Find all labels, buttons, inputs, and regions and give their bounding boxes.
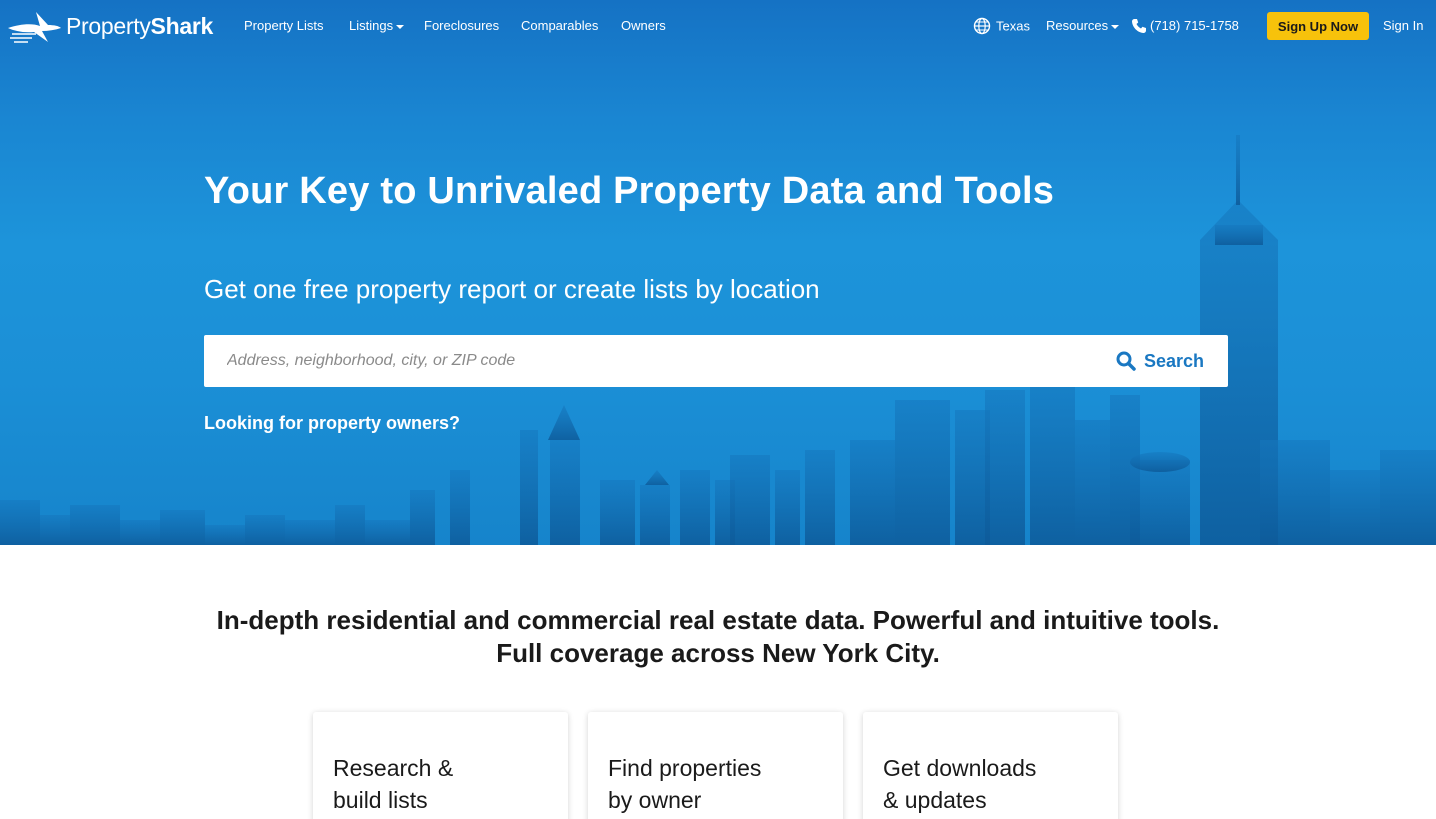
nav-owners[interactable]: Owners xyxy=(621,18,666,33)
hero-title: Your Key to Unrivaled Property Data and … xyxy=(204,170,1055,212)
hero-section: PropertyShark Property Lists Listings Fo… xyxy=(0,0,1436,545)
tagline-line-2: Full coverage across New York City. xyxy=(496,638,940,668)
feature-card-title: Find properties by owner xyxy=(608,755,762,813)
nav-comparables[interactable]: Comparables xyxy=(521,18,598,33)
nav-resources-dropdown[interactable]: Resources xyxy=(1046,18,1120,33)
feature-card-owners[interactable]: Find properties by owner xyxy=(588,712,843,819)
phone-link[interactable]: (718) 715-1758 xyxy=(1131,17,1239,34)
nav-listings-dropdown[interactable]: Listings xyxy=(349,18,405,33)
search-button[interactable]: Search xyxy=(1116,349,1204,373)
feature-card-research[interactable]: Research & build lists xyxy=(313,712,568,819)
propertyshark-logo[interactable]: PropertyShark xyxy=(6,6,213,46)
phone-number: (718) 715-1758 xyxy=(1150,18,1239,34)
feature-card-downloads[interactable]: Get downloads & updates xyxy=(863,712,1118,819)
feature-card-title: Research & build lists xyxy=(333,755,454,813)
search-icon xyxy=(1116,351,1136,371)
property-owners-link[interactable]: Looking for property owners? xyxy=(204,413,460,434)
shark-logo-icon xyxy=(8,12,61,43)
sign-up-button[interactable]: Sign Up Now xyxy=(1267,12,1369,40)
sign-in-link[interactable]: Sign In xyxy=(1383,18,1423,33)
nav-listings-label: Listings xyxy=(349,18,394,33)
nav-foreclosures[interactable]: Foreclosures xyxy=(424,18,499,33)
chevron-down-icon xyxy=(1111,24,1120,29)
nav-property-lists[interactable]: Property Lists xyxy=(244,18,323,33)
globe-icon xyxy=(973,17,991,35)
search-bar: Search xyxy=(204,335,1228,387)
logo-text-light: Property xyxy=(66,12,151,39)
hero-subtitle: Get one free property report or create l… xyxy=(204,274,820,304)
feature-card-title: Get downloads & updates xyxy=(883,755,1037,813)
phone-icon xyxy=(1132,18,1146,33)
tagline: In-depth residential and commercial real… xyxy=(0,604,1436,670)
region-selector[interactable]: Texas xyxy=(973,17,1030,35)
nav-resources-label: Resources xyxy=(1046,18,1109,33)
top-navbar: PropertyShark Property Lists Listings Fo… xyxy=(0,0,1436,54)
search-input[interactable] xyxy=(204,335,1104,387)
tagline-line-1: In-depth residential and commercial real… xyxy=(216,605,1220,635)
city-skyline-image xyxy=(0,135,1436,545)
chevron-down-icon xyxy=(396,24,405,29)
search-button-label: Search xyxy=(1143,350,1204,371)
region-label: Texas xyxy=(996,18,1030,34)
logo-text-bold: Shark xyxy=(150,12,214,39)
